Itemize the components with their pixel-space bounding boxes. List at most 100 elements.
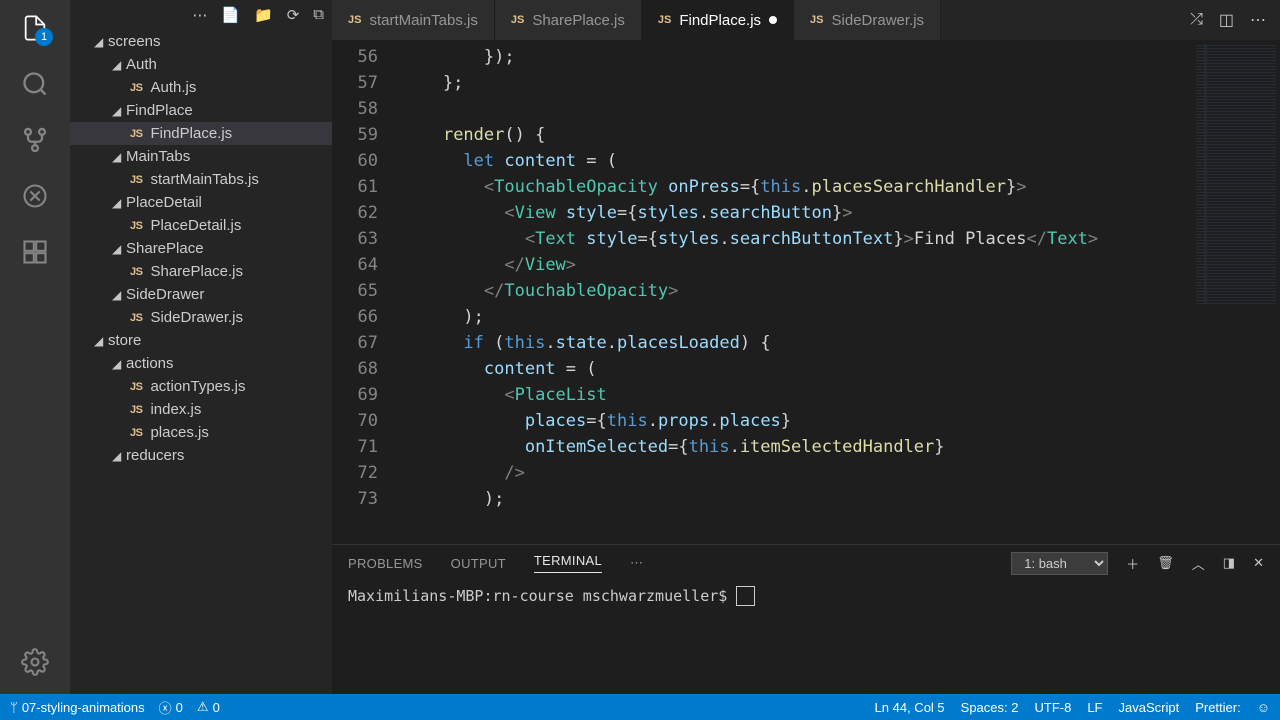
chevron-down-icon: ◢ bbox=[94, 35, 108, 49]
js-file-icon: JS bbox=[130, 82, 142, 94]
file-item[interactable]: JSSharePlace.js bbox=[70, 260, 332, 283]
panel: PROBLEMS OUTPUT TERMINAL ⋯ 1: bash ＋ 🗑 ︿… bbox=[332, 544, 1280, 694]
tab-label: SharePlace.js bbox=[532, 12, 625, 29]
eol-status[interactable]: LF bbox=[1087, 700, 1102, 715]
panel-close-icon[interactable]: ✕ bbox=[1253, 555, 1264, 571]
folder-item[interactable]: ◢reducers bbox=[70, 444, 332, 467]
chevron-down-icon: ◢ bbox=[112, 242, 126, 256]
dirty-indicator-icon bbox=[769, 16, 777, 24]
folder-item[interactable]: ◢Auth bbox=[70, 53, 332, 76]
panel-overflow-icon[interactable]: ⋯ bbox=[630, 555, 643, 571]
search-icon[interactable] bbox=[19, 68, 51, 100]
chevron-down-icon: ◢ bbox=[112, 449, 126, 463]
feedback-icon[interactable]: ☺ bbox=[1257, 700, 1270, 715]
git-branch[interactable]: ᛘ 07-styling-animations bbox=[10, 700, 145, 715]
cursor-position[interactable]: Ln 44, Col 5 bbox=[875, 700, 945, 715]
folder-item[interactable]: ◢actions bbox=[70, 352, 332, 375]
terminal-body[interactable]: Maximilians-MBP:rn-course mschwarzmuelle… bbox=[332, 581, 1280, 694]
js-file-icon: JS bbox=[348, 14, 361, 26]
file-item[interactable]: JSPlaceDetail.js bbox=[70, 214, 332, 237]
folder-item[interactable]: ◢SharePlace bbox=[70, 237, 332, 260]
editor-tab[interactable]: JS startMainTabs.js bbox=[332, 0, 495, 40]
compare-icon[interactable]: ⤮ bbox=[1190, 11, 1203, 29]
file-item[interactable]: JSSideDrawer.js bbox=[70, 306, 332, 329]
js-file-icon: JS bbox=[658, 14, 671, 26]
editor[interactable]: 565758596061626364656667686970717273 });… bbox=[332, 40, 1280, 544]
source-control-icon[interactable] bbox=[19, 124, 51, 156]
js-file-icon: JS bbox=[130, 404, 142, 416]
js-file-icon: JS bbox=[130, 128, 142, 140]
chevron-down-icon: ◢ bbox=[112, 288, 126, 302]
more-actions-icon[interactable]: ⋯ bbox=[1250, 10, 1266, 30]
overflow-icon[interactable]: ⋯ bbox=[192, 6, 207, 24]
folder-item[interactable]: ◢store bbox=[70, 329, 332, 352]
status-bar: ᛘ 07-styling-animations ⓧ 0 ⚠ 0 Ln 44, C… bbox=[0, 694, 1280, 720]
tree-label: actions bbox=[126, 355, 174, 372]
tab-label: startMainTabs.js bbox=[369, 12, 477, 29]
panel-up-icon[interactable]: ︿ bbox=[1192, 554, 1205, 573]
extensions-icon[interactable] bbox=[19, 236, 51, 268]
folder-item[interactable]: ◢MainTabs bbox=[70, 145, 332, 168]
js-file-icon: JS bbox=[130, 174, 142, 186]
panel-tab-problems[interactable]: PROBLEMS bbox=[348, 556, 423, 571]
file-item[interactable]: JSplaces.js bbox=[70, 421, 332, 444]
new-folder-icon[interactable]: 📁 bbox=[254, 6, 273, 24]
folder-item[interactable]: ◢screens bbox=[70, 30, 332, 53]
settings-icon[interactable] bbox=[19, 646, 51, 678]
file-item[interactable]: JS Auth.js bbox=[70, 76, 332, 99]
file-item[interactable]: JS actionTypes.js bbox=[70, 375, 332, 398]
collapse-icon[interactable]: ⧉ bbox=[313, 6, 324, 24]
code-content[interactable]: }); }; render() { let content = ( <Touch… bbox=[402, 40, 1190, 544]
refresh-icon[interactable]: ⟳ bbox=[287, 6, 300, 24]
file-item[interactable]: JSFindPlace.js bbox=[70, 122, 332, 145]
status-errors[interactable]: ⓧ 0 bbox=[159, 698, 183, 717]
tree-label: startMainTabs.js bbox=[150, 171, 258, 188]
split-editor-icon[interactable]: ◫ bbox=[1219, 10, 1234, 30]
tree-label: PlaceDetail bbox=[126, 194, 202, 211]
new-terminal-icon[interactable]: ＋ bbox=[1126, 554, 1139, 573]
panel-maximize-icon[interactable]: ◨ bbox=[1223, 555, 1235, 571]
minimap[interactable] bbox=[1190, 40, 1280, 544]
tree-label: places.js bbox=[150, 424, 208, 441]
js-file-icon: JS bbox=[810, 14, 823, 26]
encoding-status[interactable]: UTF-8 bbox=[1034, 700, 1071, 715]
chevron-down-icon: ◢ bbox=[94, 334, 108, 348]
panel-tabs: PROBLEMS OUTPUT TERMINAL ⋯ 1: bash ＋ 🗑 ︿… bbox=[332, 545, 1280, 581]
folder-item[interactable]: ◢SideDrawer bbox=[70, 283, 332, 306]
terminal-selector[interactable]: 1: bash bbox=[1011, 552, 1108, 575]
prettier-status[interactable]: Prettier: bbox=[1195, 700, 1241, 715]
explorer-sidebar: ⋯ 📄 📁 ⟳ ⧉ ◢screens◢AuthJSAuth.js◢FindPla… bbox=[70, 0, 332, 694]
line-gutter: 565758596061626364656667686970717273 bbox=[332, 40, 402, 544]
file-item[interactable]: JS index.js bbox=[70, 398, 332, 421]
tree-label: Auth.js bbox=[150, 79, 196, 96]
editor-tab[interactable]: JSFindPlace.js bbox=[642, 0, 794, 40]
terminal-prompt: Maximilians-MBP:rn-course mschwarzmuelle… bbox=[348, 587, 736, 605]
tab-label: SideDrawer.js bbox=[832, 12, 925, 29]
tree-label: MainTabs bbox=[126, 148, 190, 165]
tree-label: PlaceDetail.js bbox=[150, 217, 241, 234]
status-warnings[interactable]: ⚠ 0 bbox=[197, 699, 220, 715]
kill-terminal-icon[interactable]: 🗑 bbox=[1157, 555, 1174, 571]
editor-tab[interactable]: JSSharePlace.js bbox=[495, 0, 642, 40]
folder-item[interactable]: ◢PlaceDetail bbox=[70, 191, 332, 214]
panel-tab-terminal[interactable]: TERMINAL bbox=[534, 553, 602, 573]
explorer-badge: 1 bbox=[35, 28, 53, 46]
chevron-down-icon: ◢ bbox=[112, 196, 126, 210]
language-status[interactable]: JavaScript bbox=[1119, 700, 1180, 715]
panel-tab-output[interactable]: OUTPUT bbox=[451, 556, 506, 571]
new-file-icon[interactable]: 📄 bbox=[221, 6, 240, 24]
tree-label: screens bbox=[108, 33, 161, 50]
tree-label: actionTypes.js bbox=[150, 378, 245, 395]
explorer-icon[interactable]: 1 bbox=[19, 12, 51, 44]
indent-status[interactable]: Spaces: 2 bbox=[961, 700, 1019, 715]
tree-label: index.js bbox=[150, 401, 201, 418]
editor-tab[interactable]: JS SideDrawer.js bbox=[794, 0, 941, 40]
tree-label: SharePlace bbox=[126, 240, 204, 257]
js-file-icon: JS bbox=[130, 381, 142, 393]
debug-icon[interactable] bbox=[19, 180, 51, 212]
chevron-down-icon: ◢ bbox=[112, 150, 126, 164]
file-tree: ◢screens◢AuthJSAuth.js◢FindPlaceJSFindPl… bbox=[70, 30, 332, 475]
file-item[interactable]: JS startMainTabs.js bbox=[70, 168, 332, 191]
folder-item[interactable]: ◢FindPlace bbox=[70, 99, 332, 122]
chevron-down-icon: ◢ bbox=[112, 104, 126, 118]
